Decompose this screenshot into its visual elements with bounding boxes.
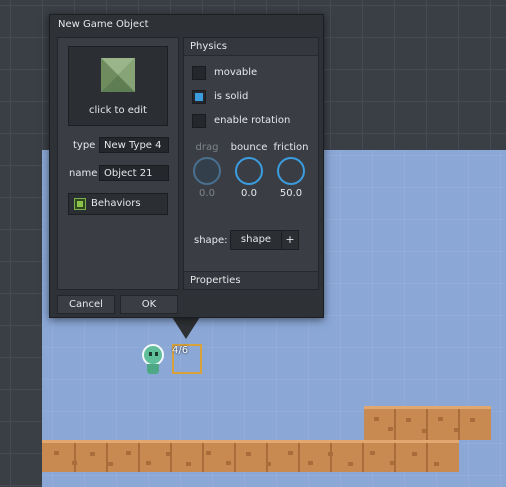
object-counter: 4/6 [172,345,189,356]
player-legs [147,364,159,374]
type-label: type [73,140,96,151]
type-field[interactable] [99,137,169,153]
movable-checkbox[interactable] [192,66,206,80]
shape-select[interactable]: shape [230,230,282,250]
name-field[interactable] [99,165,169,181]
friction-label: friction [273,142,309,153]
object-info-panel: click to edit type name Behaviors [57,37,179,290]
player-eye-right [155,352,158,356]
name-label: name [69,168,98,179]
movable-label: movable [214,67,258,78]
friction-control: friction 50.0 [271,142,311,199]
player-character[interactable] [142,344,166,376]
player-helmet [142,344,164,366]
new-game-object-dialog: New Game Object click to edit type name … [49,14,324,318]
player-eye-left [149,352,152,356]
bounce-control: bounce 0.0 [229,142,269,199]
physics-header[interactable]: Physics [184,38,318,56]
behaviors-icon [74,198,86,210]
friction-value: 50.0 [279,188,303,199]
shape-label: shape: [194,235,228,246]
drag-value: 0.0 [199,188,215,199]
friction-knob[interactable] [277,157,305,185]
is-solid-checkbox[interactable] [192,90,206,104]
behaviors-label: Behaviors [91,198,141,209]
dialog-pointer [172,317,200,339]
ok-button[interactable]: OK [120,295,178,314]
bounce-label: bounce [230,142,268,153]
behaviors-button[interactable]: Behaviors [68,193,168,215]
is-solid-label: is solid [214,91,249,102]
bounce-value: 0.0 [241,188,257,199]
scene-canvas[interactable]: 4/6 New Game Object click to edit type n… [0,0,506,487]
physics-panel: Physics movable is solid enable rotation… [183,37,319,290]
ground-block-bottom [42,440,459,472]
drag-control: drag 0.0 [187,142,227,199]
drag-label: drag [195,142,219,153]
dialog-title: New Game Object [58,19,149,30]
thumbnail-label: click to edit [89,105,147,116]
bounce-knob[interactable] [235,157,263,185]
drag-knob[interactable] [193,157,221,185]
sprite-placeholder-icon [101,58,135,92]
properties-header[interactable]: Properties [184,271,318,289]
ground-block-upper [364,406,491,440]
enable-rotation-label: enable rotation [214,115,291,126]
enable-rotation-checkbox[interactable] [192,114,206,128]
add-shape-button[interactable]: + [281,230,299,250]
object-thumbnail[interactable]: click to edit [68,46,168,126]
cancel-button[interactable]: Cancel [57,295,115,314]
